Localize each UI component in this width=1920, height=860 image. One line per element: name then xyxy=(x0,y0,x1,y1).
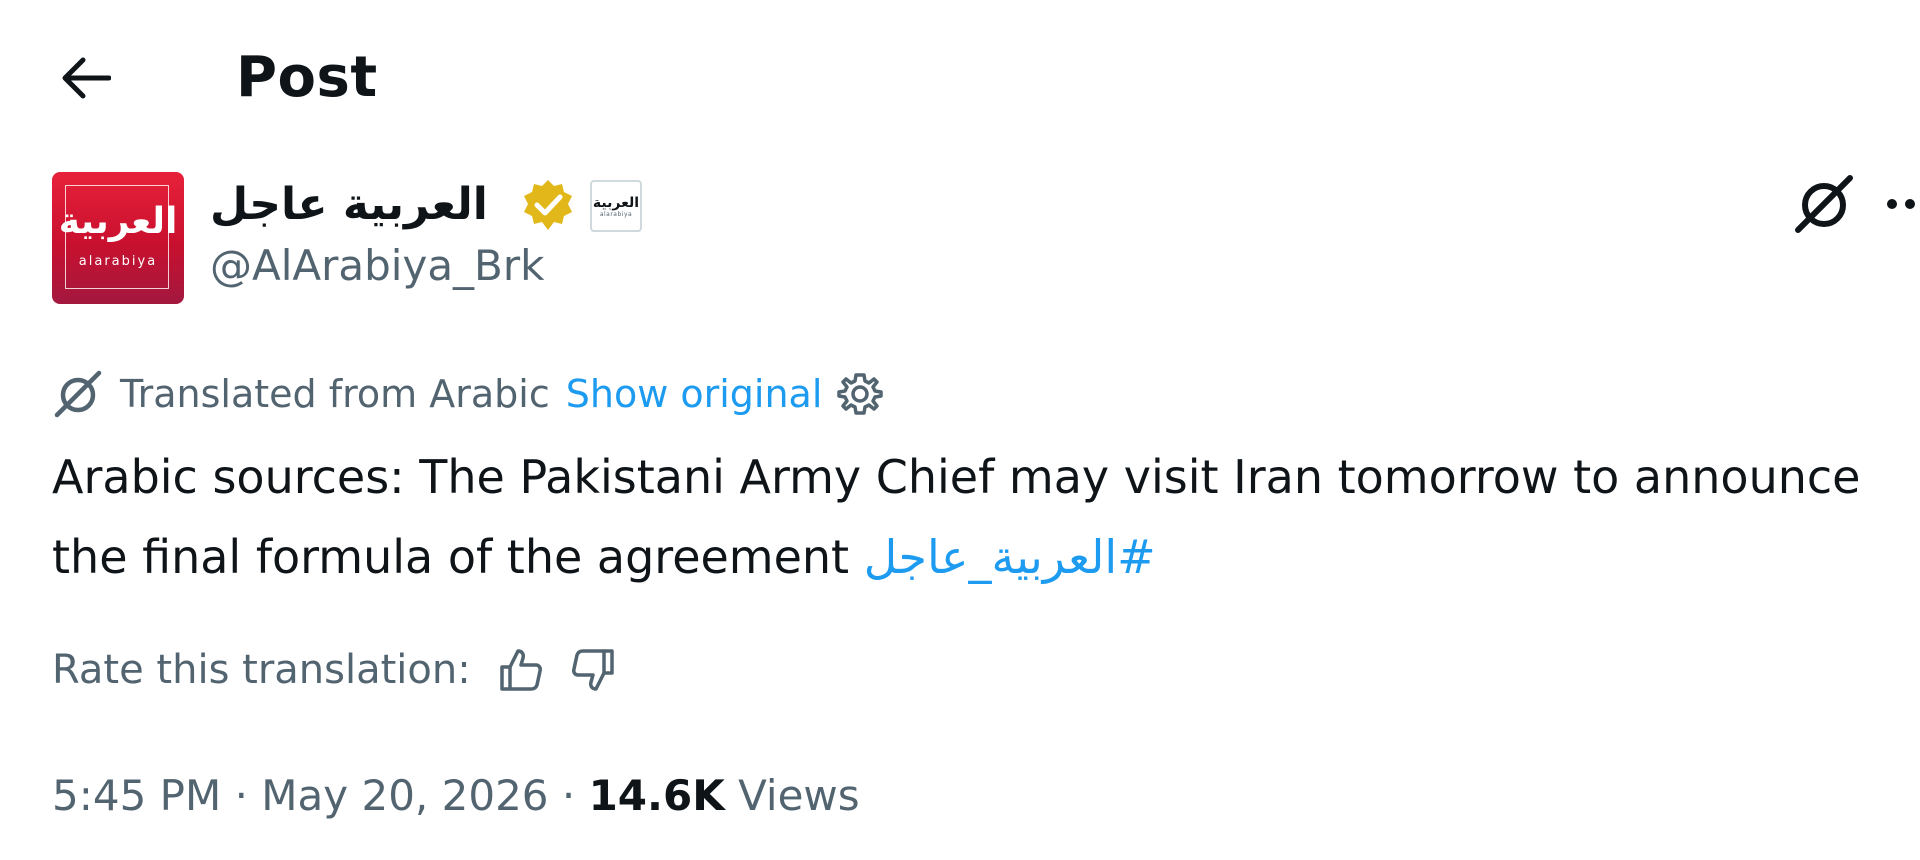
post-date[interactable]: May 20, 2026 xyxy=(261,766,548,826)
more-button[interactable] xyxy=(1874,170,1920,238)
avatar[interactable]: العربية alarabiya xyxy=(52,172,184,304)
thumbs-down-button[interactable] xyxy=(557,640,629,700)
grok-icon xyxy=(1795,175,1853,233)
author-handle[interactable]: @AlArabiya_Brk xyxy=(210,238,544,294)
avatar-logo-subtext: alarabiya xyxy=(78,254,158,269)
affiliate-badge-logo: العربية xyxy=(592,194,640,211)
more-horizontal-icon xyxy=(1887,199,1915,209)
translation-settings-button[interactable] xyxy=(836,370,884,418)
display-name[interactable]: العربية عاجل xyxy=(210,174,488,236)
rate-translation-label: Rate this translation: xyxy=(52,647,471,693)
translation-bar: Translated from Arabic Show original xyxy=(52,366,884,422)
thumbs-up-button[interactable] xyxy=(485,640,557,700)
author-row: العربية alarabiya العربية عاجل العربية a… xyxy=(52,170,1915,305)
post-time[interactable]: 5:45 PM xyxy=(52,766,221,826)
hashtag-link[interactable]: #العربية_عاجل xyxy=(864,530,1156,584)
gear-icon xyxy=(837,373,884,415)
back-button[interactable] xyxy=(46,40,126,116)
verified-badge-icon[interactable] xyxy=(520,178,576,234)
post-meta: 5:45 PM · May 20, 2026 · 14.6K Views xyxy=(52,766,860,826)
show-original-link[interactable]: Show original xyxy=(566,366,823,422)
thumbs-up-icon xyxy=(499,649,542,691)
meta-separator: · xyxy=(548,771,589,820)
affiliate-badge-subtext: alarabiya xyxy=(599,210,633,218)
affiliate-badge[interactable]: العربية alarabiya xyxy=(590,180,642,232)
views-count: 14.6K xyxy=(588,771,725,820)
post-text: Arabic sources: The Pakistani Army Chief… xyxy=(52,437,1872,597)
rate-translation-row: Rate this translation: xyxy=(52,640,629,700)
page-title: Post xyxy=(236,45,378,110)
meta-separator: · xyxy=(221,771,262,820)
translation-label: Translated from Arabic xyxy=(120,372,550,416)
arrow-left-icon xyxy=(62,57,111,99)
post-header: Post xyxy=(0,0,1920,150)
views-spacer xyxy=(725,766,738,826)
views-label: Views xyxy=(738,771,860,820)
avatar-logo-text: العربية xyxy=(58,201,178,242)
translate-icon xyxy=(54,370,102,418)
thumbs-down-icon xyxy=(571,649,614,691)
grok-button[interactable] xyxy=(1776,170,1872,238)
